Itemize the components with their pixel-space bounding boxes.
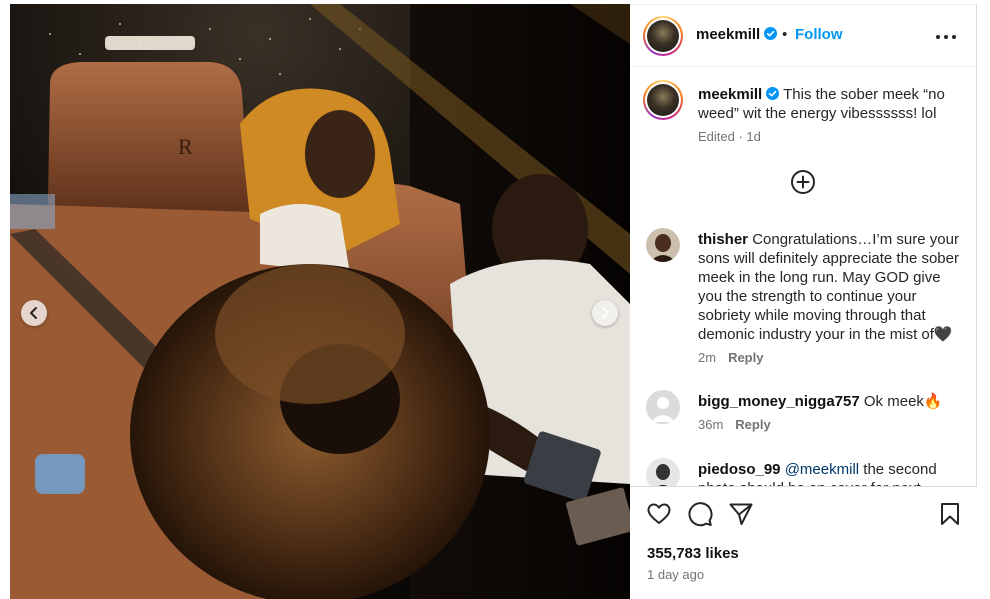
reply-button[interactable]: Reply [735,417,770,432]
previous-image-button[interactable] [21,300,47,326]
comment-meta: 36m Reply [698,417,771,432]
more-options-icon[interactable] [934,27,958,47]
caption-author-avatar[interactable] [643,80,683,120]
comment-body: Ok meek🔥 [863,393,943,410]
author-username[interactable]: meekmill [696,26,778,43]
chevron-left-icon [30,307,37,319]
caption-text: meekmill This the sober meek “no weed” w… [698,85,963,123]
comment-username[interactable]: piedoso_99 [698,461,781,478]
post-side-panel: meekmill • Follow meekmill This the sobe… [630,4,977,599]
comment-meta: 2m Reply [698,350,763,365]
post-timestamp[interactable]: 1 day ago [647,567,704,582]
profile-photo [646,458,680,486]
profile-photo [646,228,680,262]
header-separator: • [782,26,788,43]
default-avatar-icon [646,390,680,424]
post-photo: R [10,4,630,599]
comment-time: 2m [698,350,717,365]
comment-username[interactable]: thisher [698,231,748,248]
author-username-text[interactable]: meekmill [696,26,760,43]
post-header: meekmill • Follow [630,5,977,67]
caption-meta: Edited · 1d [698,129,761,144]
comment-mention-link[interactable]: @meekmill [785,461,859,478]
comment-text: bigg_money_nigga757 Ok meek🔥 [698,392,968,411]
svg-text:R: R [178,134,193,159]
bookmark-icon[interactable] [937,501,963,527]
likes-count[interactable]: 355,783 likes [647,545,739,562]
chevron-right-icon [602,307,609,319]
verified-badge-icon [766,87,780,100]
load-more-comments-icon[interactable] [790,169,816,195]
commenter-avatar[interactable] [646,390,680,424]
next-image-button[interactable] [592,300,618,326]
reply-button[interactable]: Reply [728,350,763,365]
heart-icon[interactable] [646,501,672,527]
comment-username[interactable]: bigg_money_nigga757 [698,393,860,410]
author-avatar[interactable] [643,16,683,56]
comment-text: piedoso_99 @meekmill the second photo sh… [698,460,968,486]
comment-text: thisher Congratulations…I’m sure your so… [698,230,968,344]
caption-username[interactable]: meekmill [698,86,762,103]
verified-badge-icon [764,27,778,40]
comment-icon[interactable] [687,501,713,527]
post-actions-footer: 355,783 likes 1 day ago [630,486,977,599]
comments-scroll-area[interactable]: meekmill This the sober meek “no weed” w… [630,68,977,486]
commenter-avatar[interactable] [646,458,680,486]
comment-time: 36m [698,417,724,432]
share-icon[interactable] [728,501,754,527]
follow-button[interactable]: Follow [795,26,843,43]
commenter-avatar[interactable] [646,228,680,262]
post-media[interactable]: R [10,4,630,599]
